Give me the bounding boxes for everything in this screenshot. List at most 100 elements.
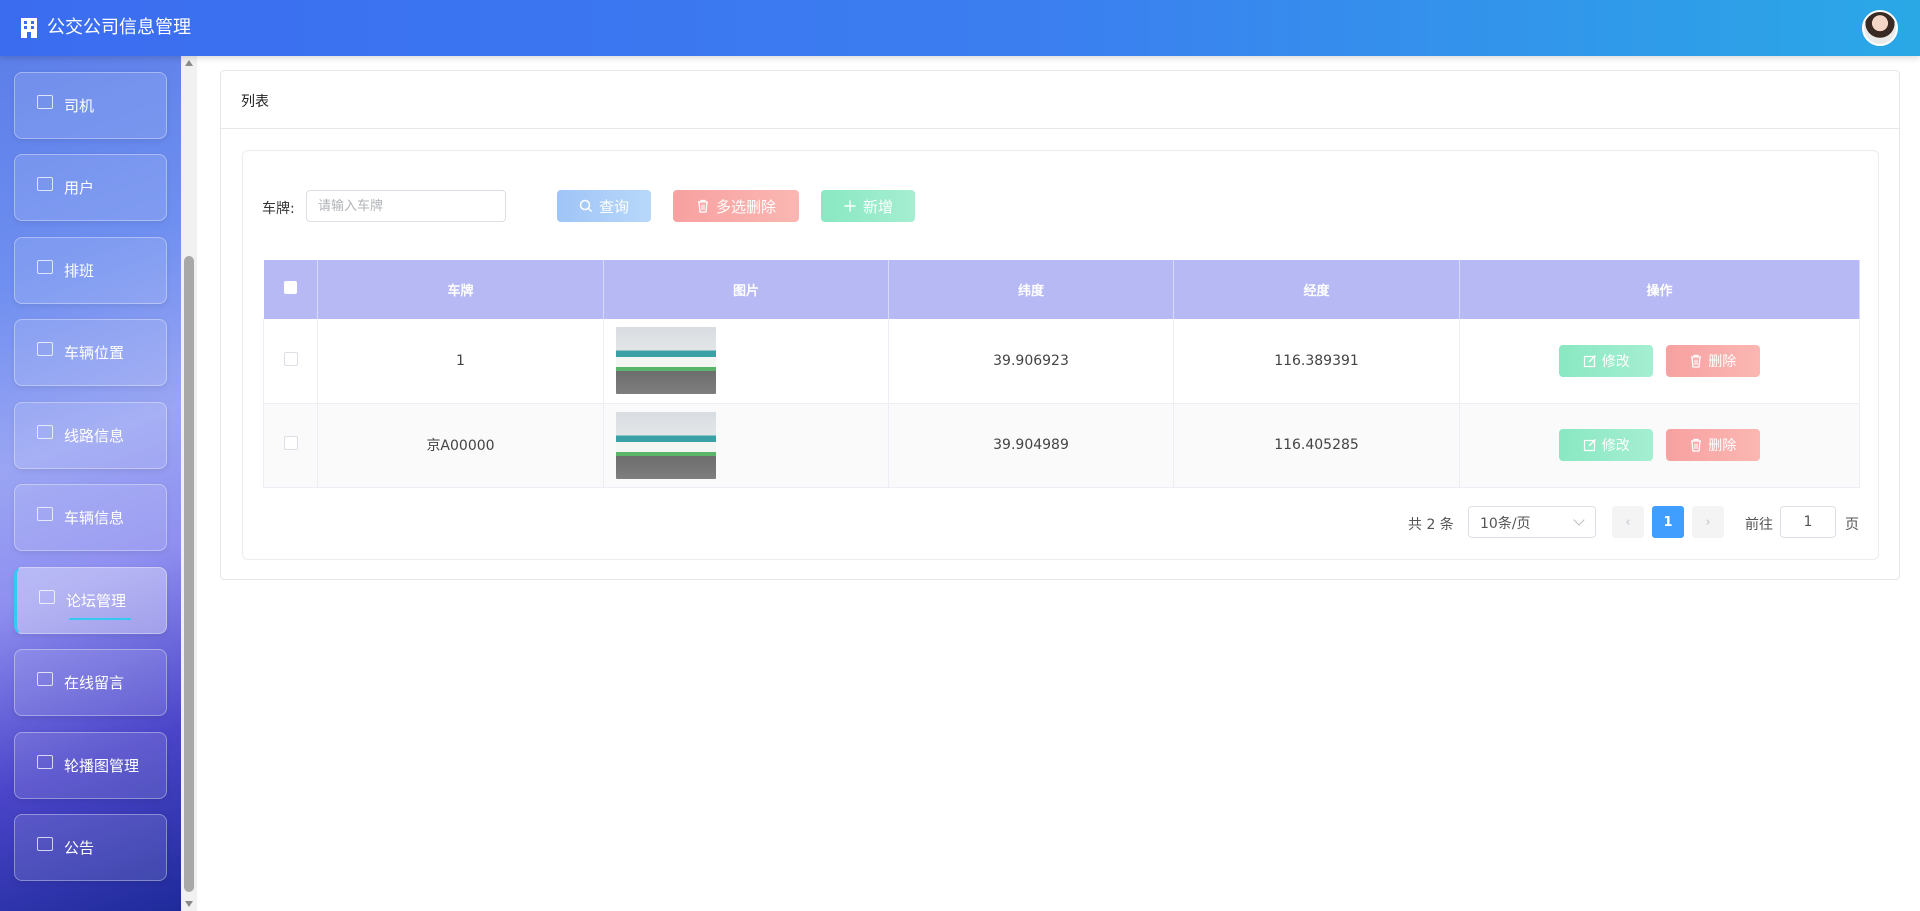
chevron-right-icon: ›: [1705, 514, 1711, 530]
sidebar-item-label: 车辆信息: [64, 509, 125, 527]
card-divider: [221, 128, 1899, 129]
monitor-icon: [37, 837, 53, 851]
add-button[interactable]: 新增: [821, 190, 915, 222]
action-cell: 修改 删除: [1459, 403, 1860, 488]
sidebar-item-carousel[interactable]: 轮播图管理: [14, 732, 167, 799]
scroll-up-icon[interactable]: [185, 60, 193, 66]
edit-button[interactable]: 修改: [1559, 429, 1654, 461]
edit-button-label: 修改: [1601, 438, 1630, 454]
delete-button[interactable]: 删除: [1665, 429, 1760, 461]
select-all-checkbox[interactable]: [283, 281, 297, 294]
delete-button-label: 删除: [1708, 353, 1737, 370]
row-select-cell: [263, 403, 318, 488]
message-icon: [37, 672, 53, 686]
lat-cell: 39.906923: [888, 319, 1174, 404]
sidebar-item-label: 线路信息: [64, 427, 125, 445]
building-icon: [21, 18, 37, 38]
sidebar-item-label: 在线留言: [64, 674, 125, 692]
sidebar-item-vehicle-location[interactable]: 车辆位置: [14, 319, 167, 386]
bus-icon: [37, 507, 53, 521]
delete-button-label: 删除: [1708, 438, 1737, 454]
row-checkbox[interactable]: [283, 351, 298, 366]
scroll-thumb[interactable]: [184, 256, 194, 892]
lng-cell: 116.405285: [1173, 403, 1460, 488]
route-icon: [37, 425, 53, 439]
sidebar-item-label: 车辆位置: [64, 344, 125, 362]
goto-unit-label: 页: [1845, 517, 1859, 533]
sidebar-item-label: 轮播图管理: [64, 757, 140, 775]
vehicle-table: 车牌 图片 纬度 经度 操作 1 39.906923 116.389391 修改…: [263, 260, 1860, 488]
plate-cell: 1: [317, 319, 604, 404]
edit-button-label: 修改: [1601, 353, 1630, 370]
row-checkbox[interactable]: [283, 436, 298, 450]
sidebar: 司机 用户 排班 车辆位置 线路信息 车辆信息 论坛管理 在线留言 轮播图管理 …: [0, 56, 181, 911]
page-size-select[interactable]: 10条/页: [1468, 506, 1596, 538]
card-title: 列表: [241, 94, 269, 110]
sidebar-item-forum[interactable]: 论坛管理: [14, 567, 167, 634]
plate-cell: 京A00000: [317, 403, 604, 488]
column-header: 操作: [1459, 260, 1860, 319]
lng-cell: 116.389391: [1173, 319, 1460, 404]
image-cell: [603, 319, 889, 404]
sidebar-item-label: 公告: [64, 839, 95, 857]
pagination-total: 共 2 条: [1408, 517, 1454, 533]
sidebar-item-label: 论坛管理: [66, 592, 127, 610]
table-header-row: 车牌 图片 纬度 经度 操作: [263, 260, 1860, 319]
calendar-icon: [37, 95, 53, 109]
sidebar-item-user[interactable]: 用户: [14, 154, 167, 221]
action-cell: 修改 删除: [1459, 319, 1860, 404]
goto-label: 前往: [1745, 517, 1773, 533]
lat-cell: 39.904989: [888, 403, 1174, 488]
sidebar-item-label: 用户: [64, 179, 95, 197]
page-size-value: 10条/页: [1480, 516, 1531, 532]
plus-icon: [844, 200, 856, 212]
active-indicator: [69, 618, 131, 620]
bus-image[interactable]: [616, 327, 716, 395]
query-button-label: 查询: [598, 197, 629, 216]
monitor-icon: [37, 755, 53, 769]
trash-icon: [697, 199, 708, 213]
sidebar-scrollbar[interactable]: [181, 56, 197, 911]
trash-icon: [1691, 354, 1702, 368]
multi-delete-button[interactable]: 多选删除: [673, 190, 799, 222]
column-header: 纬度: [888, 260, 1174, 319]
forum-icon: [39, 590, 55, 604]
sidebar-item-vehicle-info[interactable]: 车辆信息: [14, 484, 167, 551]
scroll-down-icon[interactable]: [185, 901, 193, 907]
query-button[interactable]: 查询: [557, 190, 651, 222]
plate-search-input[interactable]: [306, 190, 506, 222]
row-select-cell: [263, 319, 318, 404]
prev-page-button[interactable]: ‹: [1612, 506, 1644, 538]
app-header: 公交公司信息管理: [0, 0, 1920, 56]
user-avatar[interactable]: [1862, 10, 1898, 46]
id-card-icon: [37, 260, 53, 274]
bus-image[interactable]: [616, 411, 716, 479]
table-row: 1 39.906923 116.389391 修改 删除: [263, 319, 1860, 404]
sidebar-item-notice[interactable]: 公告: [14, 814, 167, 881]
edit-icon: [1583, 354, 1596, 367]
image-cell: [603, 403, 889, 488]
next-page-button[interactable]: ›: [1692, 506, 1724, 538]
table-row: 京A00000 39.904989 116.405285 修改 删除: [263, 403, 1860, 488]
goto-page-input[interactable]: [1780, 506, 1836, 538]
phone-icon: [37, 342, 53, 356]
sidebar-item-label: 司机: [64, 97, 95, 115]
add-button-label: 新增: [862, 197, 893, 216]
sidebar-item-schedule[interactable]: 排班: [14, 237, 167, 304]
column-header: 经度: [1173, 260, 1460, 319]
edit-icon: [1583, 439, 1596, 452]
box-icon: [37, 177, 53, 191]
page-number-button[interactable]: 1: [1652, 506, 1684, 538]
sidebar-item-driver[interactable]: 司机: [14, 72, 167, 139]
plate-search-label: 车牌:: [262, 201, 295, 217]
sidebar-item-message[interactable]: 在线留言: [14, 649, 167, 716]
search-icon: [579, 199, 593, 213]
sidebar-item-route-info[interactable]: 线路信息: [14, 402, 167, 469]
sidebar-item-label: 排班: [64, 262, 95, 280]
trash-icon: [1691, 438, 1702, 452]
app-title: 公交公司信息管理: [47, 17, 191, 38]
edit-button[interactable]: 修改: [1559, 344, 1654, 377]
delete-button[interactable]: 删除: [1665, 344, 1760, 377]
chevron-down-icon: [1573, 514, 1585, 526]
multi-delete-button-label: 多选删除: [715, 197, 776, 216]
